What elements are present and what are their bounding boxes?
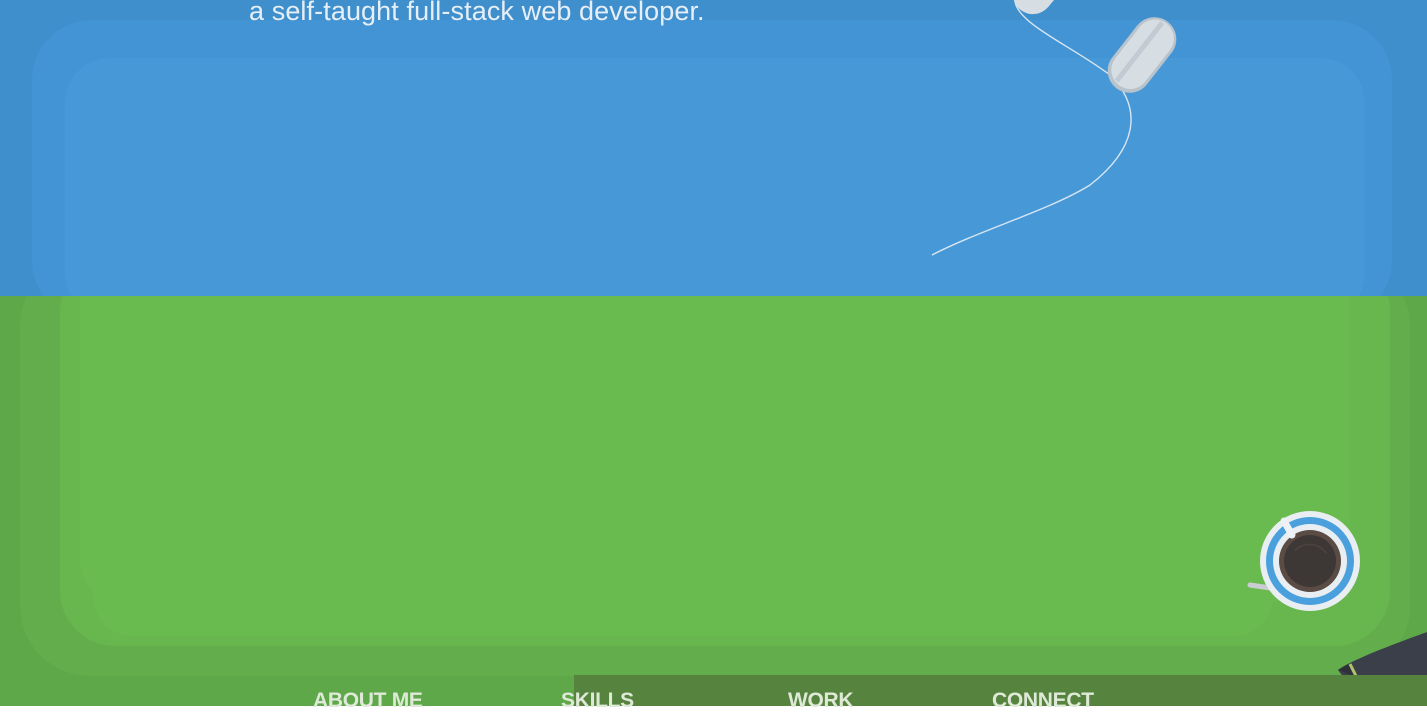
main-navigation: ABOUT ME SKILLS WORK CONNECT (0, 690, 1427, 711)
nav-item-work[interactable]: WORK (788, 690, 854, 711)
desk-surface (93, 296, 1273, 636)
nav-item-connect[interactable]: CONNECT (992, 690, 1094, 711)
hero-tagline: a self-taught full-stack web developer. (249, 0, 705, 26)
nav-item-skills[interactable]: SKILLS (561, 690, 634, 711)
computer-mouse-icon (931, 0, 1177, 256)
nav-item-about-me[interactable]: ABOUT ME (313, 690, 423, 711)
pen-icon (1338, 632, 1427, 678)
desk-section (0, 296, 1427, 706)
coffee-cup-icon (1247, 511, 1360, 611)
hero-section: a self-taught full-stack web developer. (0, 0, 1427, 296)
